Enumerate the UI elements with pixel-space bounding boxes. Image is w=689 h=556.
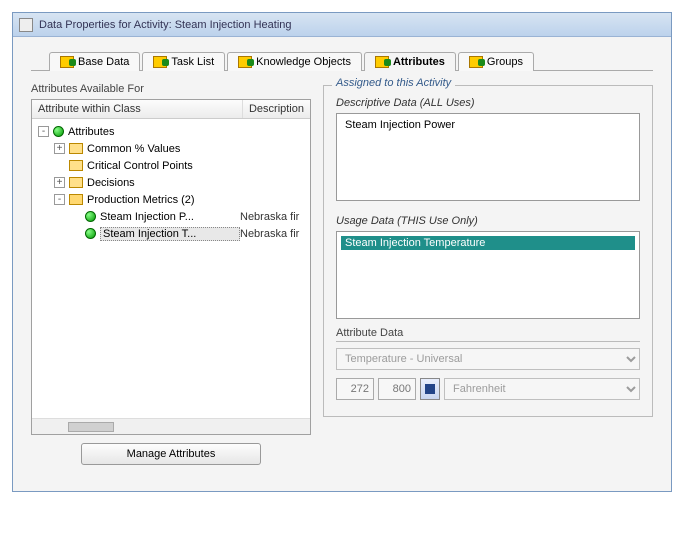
descriptive-data-label: Descriptive Data (ALL Uses)	[336, 97, 640, 109]
tree-leaf-sit[interactable]: Steam Injection T... Nebraska fir	[34, 225, 308, 242]
node-label: Attributes	[68, 126, 308, 138]
attribute-type-select[interactable]: Temperature - Universal	[336, 348, 640, 370]
tree-folder-common[interactable]: + Common % Values	[34, 140, 308, 157]
tab-knowledge-objects[interactable]: Knowledge Objects	[227, 52, 362, 71]
tab-groups[interactable]: Groups	[458, 52, 534, 71]
expand-icon[interactable]: +	[54, 143, 65, 154]
node-label: Decisions	[87, 177, 308, 189]
square-icon	[425, 384, 435, 394]
attribute-orb-icon	[53, 126, 64, 137]
node-label: Steam Injection P...	[100, 211, 240, 223]
list-item[interactable]: Steam Injection Temperature	[341, 236, 635, 250]
tab-label: Base Data	[78, 56, 129, 68]
tab-label: Groups	[487, 56, 523, 68]
tab-bar: Base Data Task List Knowledge Objects At…	[31, 51, 653, 71]
window-title: Data Properties for Activity: Steam Inje…	[39, 19, 292, 31]
tree-leaf-sip[interactable]: Steam Injection P... Nebraska fir	[34, 208, 308, 225]
tree-folder-production-metrics[interactable]: - Production Metrics (2)	[34, 191, 308, 208]
attributes-tree[interactable]: Attribute within Class Description - Att…	[31, 99, 311, 435]
folder-check-icon	[60, 56, 74, 68]
dialog-window: Data Properties for Activity: Steam Inje…	[12, 12, 672, 492]
col-attribute[interactable]: Attribute within Class	[32, 100, 243, 118]
col-description[interactable]: Description	[243, 100, 310, 118]
descriptive-data-list[interactable]: Steam Injection Power	[336, 113, 640, 201]
range-edit-button[interactable]	[420, 378, 440, 400]
folder-check-icon	[469, 56, 483, 68]
tree-root[interactable]: - Attributes	[34, 123, 308, 140]
folder-icon	[69, 143, 83, 154]
node-desc: Nebraska fir	[240, 211, 308, 223]
tree-body[interactable]: - Attributes + Common % Values C	[32, 119, 310, 418]
attribute-data-label: Attribute Data	[336, 327, 640, 342]
list-item[interactable]: Steam Injection Power	[341, 118, 635, 132]
node-label: Production Metrics (2)	[87, 194, 308, 206]
collapse-icon[interactable]: -	[38, 126, 49, 137]
tab-base-data[interactable]: Base Data	[49, 52, 140, 71]
value-low-input[interactable]	[336, 378, 374, 400]
expand-icon[interactable]: +	[54, 177, 65, 188]
app-icon	[19, 18, 33, 32]
node-desc: Nebraska fir	[240, 228, 308, 240]
tree-folder-ccp[interactable]: Critical Control Points	[34, 157, 308, 174]
usage-data-list[interactable]: Steam Injection Temperature	[336, 231, 640, 319]
available-title: Attributes Available For	[31, 83, 311, 95]
assigned-fieldset: Assigned to this Activity Descriptive Da…	[323, 85, 653, 417]
attribute-orb-icon	[85, 211, 96, 222]
folder-check-icon	[153, 56, 167, 68]
folder-icon	[69, 160, 83, 171]
unit-select[interactable]: Fahrenheit	[444, 378, 640, 400]
tab-task-list[interactable]: Task List	[142, 52, 225, 71]
attribute-orb-icon	[85, 228, 96, 239]
horizontal-scrollbar[interactable]	[32, 418, 310, 434]
manage-attributes-button[interactable]: Manage Attributes	[81, 443, 261, 465]
tab-label: Knowledge Objects	[256, 56, 351, 68]
collapse-icon[interactable]: -	[54, 194, 65, 205]
value-high-input[interactable]	[378, 378, 416, 400]
tree-folder-decisions[interactable]: + Decisions	[34, 174, 308, 191]
tab-label: Attributes	[393, 56, 445, 68]
titlebar: Data Properties for Activity: Steam Inje…	[13, 13, 671, 37]
tab-label: Task List	[171, 56, 214, 68]
node-label: Common % Values	[87, 143, 308, 155]
folder-icon	[69, 177, 83, 188]
node-label: Steam Injection T...	[100, 227, 240, 241]
tab-attributes[interactable]: Attributes	[364, 52, 456, 71]
node-label: Critical Control Points	[87, 160, 308, 172]
window-body: Base Data Task List Knowledge Objects At…	[13, 37, 671, 491]
assigned-legend: Assigned to this Activity	[332, 77, 455, 89]
folder-open-icon	[69, 194, 83, 205]
folder-check-icon	[375, 56, 389, 68]
usage-data-label: Usage Data (THIS Use Only)	[336, 215, 640, 227]
tree-header: Attribute within Class Description	[32, 100, 310, 119]
folder-check-icon	[238, 56, 252, 68]
